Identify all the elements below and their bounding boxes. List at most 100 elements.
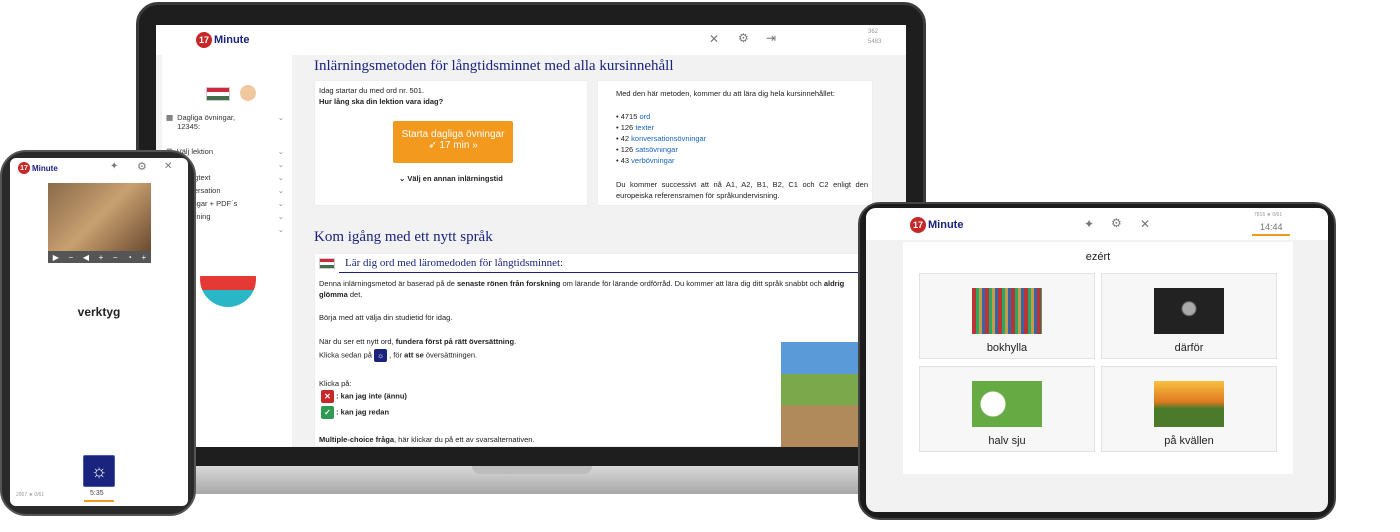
volume-icon[interactable]: ◀ — [83, 253, 89, 262]
study-time-text: Börja med att välja din studietid för id… — [319, 313, 453, 322]
section2-title: Kom igång med ett nytt språk — [314, 229, 493, 245]
cefr-text: Du kommer successivt att nå A1, A2, B1, … — [616, 180, 868, 200]
divider — [339, 272, 869, 273]
laptop-screen: 17 Minute ✕ ⚙ ⇥ 362 5483 ▦ Dagliga övnin… — [156, 25, 906, 447]
plus-icon[interactable]: + — [142, 253, 147, 262]
logo-number: 17 — [910, 217, 926, 233]
x-icon: ✕ — [321, 390, 334, 403]
logout-icon[interactable]: ⇥ — [766, 31, 776, 45]
yes-row: ✓ : kan jag redan — [321, 406, 389, 419]
method-intro: Med den här metoden, kommer du att lära … — [616, 89, 835, 98]
logo[interactable]: 17 Minute — [910, 217, 963, 233]
text: Denna inlärningsmetod är baserad på de — [319, 279, 458, 288]
text-bold: att se — [404, 350, 424, 360]
logo[interactable]: 17 Minute — [196, 32, 249, 48]
list-item: • 126 texter — [616, 123, 655, 132]
text-bold: senaste rönen från forskning — [457, 279, 561, 288]
tablet-screen: 17 Minute ✦ ⚙ ✕ 7816 ★ 0/61 14:44 ezért … — [866, 208, 1328, 512]
count-link[interactable]: texter — [635, 123, 654, 132]
chevron-down-icon: ⌄ — [277, 113, 284, 122]
tablet-stats: 7816 ★ 0/61 — [1254, 212, 1283, 218]
lesson-card: Idag startar du med ord nr. 501. Hur lån… — [314, 80, 588, 206]
gear-icon[interactable]: ⚙ — [738, 31, 749, 45]
gear-icon[interactable]: ⚙ — [137, 160, 147, 173]
list-item: • 42 konversationsövningar — [616, 134, 707, 143]
speed-icon[interactable]: ◔ — [127, 253, 132, 262]
no-sound-icon[interactable]: ✕ — [1140, 217, 1150, 231]
chevron-down-icon: ⌄ — [277, 173, 284, 182]
evening-image — [1154, 381, 1224, 427]
sidebar-item-daily[interactable]: ▦ Dagliga övningar, 12345: ⌄ — [166, 113, 284, 131]
text: , här klickar du på ett av svarsalternat… — [394, 435, 535, 444]
chevron-down-icon: ⌄ — [277, 186, 284, 195]
bookshelf-image — [972, 288, 1042, 334]
list-item: • 43 verbövningar — [616, 156, 675, 165]
logo[interactable]: 17 Minute — [18, 162, 58, 174]
logo-number: 17 — [18, 162, 30, 174]
phone-timer: 5:35 — [90, 490, 104, 497]
answer-label: bokhylla — [986, 342, 1028, 354]
section1-title: Inlärningsmetoden för långtidsminnet med… — [314, 58, 674, 74]
answer-option[interactable]: halv sju — [919, 366, 1095, 452]
today-text: Idag startar du med ord nr. 501. — [319, 86, 425, 95]
count: 42 — [620, 134, 630, 143]
check-icon: ✓ — [321, 406, 334, 419]
count: 126 — [620, 123, 634, 132]
top-bar: 17 Minute ✕ ⚙ ⇥ 362 5483 — [156, 25, 906, 55]
answer-label: halv sju — [988, 435, 1026, 447]
laptop-notch — [472, 466, 592, 474]
hungarian-flag — [206, 87, 230, 101]
text: När du ser ett nytt ord, — [319, 337, 396, 346]
clock-image — [972, 381, 1042, 427]
play-icon[interactable]: ▶ — [53, 253, 59, 262]
minus-icon[interactable]: − — [113, 253, 118, 262]
audio-controls[interactable]: ▶ − ◀ + − ◔ + — [48, 251, 151, 263]
text: , för — [389, 350, 405, 360]
start-daily-button[interactable]: Starta dagliga övningar ➶ 17 min » — [393, 121, 513, 163]
stat-b: 5483 — [868, 39, 882, 45]
method-card: Med den här metoden, kommer du att lära … — [597, 80, 873, 206]
tools-photo — [48, 183, 151, 251]
walk-icon[interactable]: ✦ — [110, 161, 118, 172]
gear-icon[interactable]: ⚙ — [1111, 216, 1122, 230]
avatar[interactable] — [240, 85, 256, 101]
count: 4715 — [620, 112, 638, 121]
count: 126 — [620, 145, 634, 154]
daily-label: Dagliga övningar, — [177, 113, 236, 122]
daily-range: 12345: — [177, 122, 201, 131]
no-sound-icon[interactable]: ✕ — [164, 161, 172, 172]
answer-option[interactable]: bokhylla — [919, 273, 1095, 359]
yes-label: : kan jag redan — [336, 407, 390, 417]
logo-number: 17 — [196, 32, 212, 48]
progress-bar — [1252, 234, 1290, 236]
minus-icon[interactable]: − — [69, 253, 74, 262]
list-item: • 4715 ord — [616, 112, 651, 121]
lightbulb-image — [1154, 288, 1224, 334]
answer-option[interactable]: därför — [1101, 273, 1277, 359]
count-link[interactable]: satsövningar — [635, 145, 678, 154]
phone-screen: 17 Minute ✦ ⚙ ✕ ▶ − ◀ + − ◔ + verktyg ☼ 2907 ★… — [10, 158, 188, 506]
logo-text: Minute — [928, 219, 964, 231]
count-link[interactable]: ord — [640, 112, 651, 121]
count-list: • 4715 ord • 126 texter • 42 konversatio… — [616, 111, 706, 166]
text: översättningen. — [423, 350, 478, 360]
text: om lärande för lärande ordförråd. Du kom… — [560, 279, 824, 288]
lightbulb-button[interactable]: ☼ — [83, 455, 115, 487]
text: Klicka sedan på — [319, 350, 372, 360]
question-word: ezért — [1085, 251, 1111, 263]
chevron-down-icon: ⌄ — [277, 212, 284, 221]
rocket-icon: ➶ — [428, 140, 437, 151]
text: . — [514, 337, 517, 346]
chevron-down-icon: ⌄ — [277, 225, 284, 234]
walk-icon[interactable]: ✦ — [1084, 217, 1094, 231]
no-row: ✕ : kan jag inte (ännu) — [321, 390, 407, 403]
plus-icon[interactable]: + — [99, 253, 104, 262]
list-item: • 126 satsövningar — [616, 145, 678, 154]
answer-option[interactable]: på kvällen — [1101, 366, 1277, 452]
count: 43 — [620, 156, 630, 165]
chevron-down-icon: ⌄ — [277, 160, 284, 169]
other-method-link[interactable]: ⌄ Välj en annan inlärningstid — [399, 173, 503, 184]
no-sound-icon[interactable]: ✕ — [709, 32, 719, 46]
count-link[interactable]: konversationsövningar — [631, 134, 706, 143]
count-link[interactable]: verbövningar — [631, 156, 674, 165]
